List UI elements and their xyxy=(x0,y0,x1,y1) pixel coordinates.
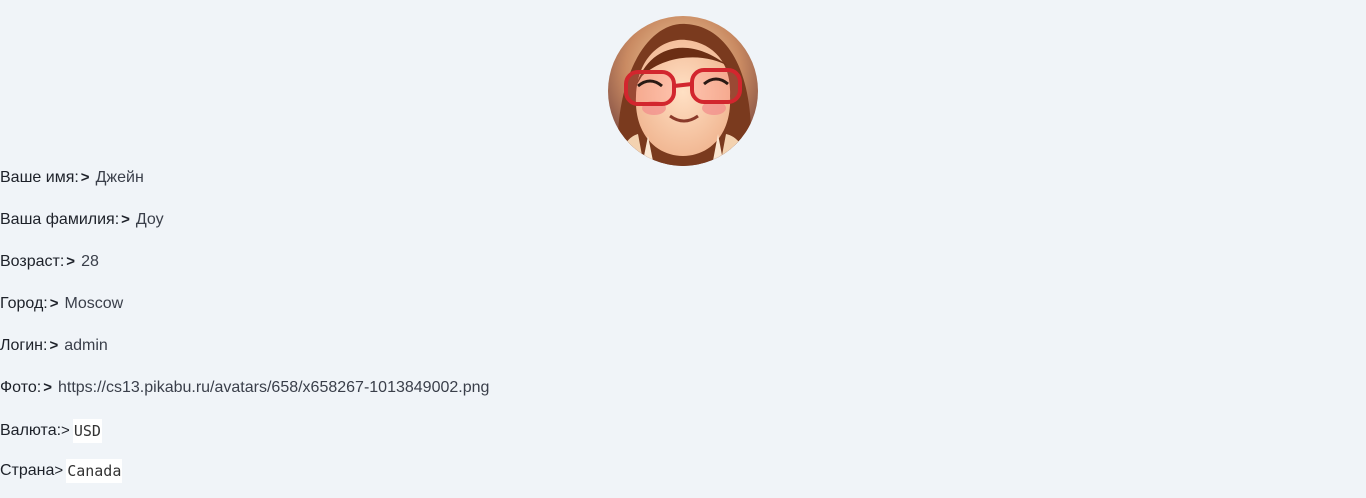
login-label: Логин: xyxy=(0,337,48,354)
age-row: Возраст: > 28 xyxy=(0,252,99,272)
separator: > xyxy=(66,253,76,270)
login-row: Логин: > admin xyxy=(0,336,108,356)
separator: > xyxy=(61,422,70,439)
avatar xyxy=(608,16,758,166)
age-value: 28 xyxy=(81,253,99,270)
login-value: admin xyxy=(64,337,108,354)
photo-row: Фото: > https://cs13.pikabu.ru/avatars/6… xyxy=(0,378,489,398)
country-row: Страна > Canada xyxy=(0,459,123,483)
photo-url-value: https://cs13.pikabu.ru/avatars/658/x6582… xyxy=(57,379,490,396)
separator: > xyxy=(54,462,64,479)
city-value: Moscow xyxy=(64,295,124,312)
age-label: Возраст: xyxy=(0,253,65,270)
first-name-label: Ваше имя: xyxy=(0,169,79,186)
currency-value: USD xyxy=(72,419,102,443)
last-name-row: Ваша фамилия: > Доу xyxy=(0,210,164,230)
currency-row: Валюта: > USD xyxy=(0,419,102,443)
country-label: Страна xyxy=(0,462,55,479)
city-row: Город: > Moscow xyxy=(0,294,123,314)
last-name-label: Ваша фамилия: xyxy=(0,211,120,228)
currency-label: Валюта: xyxy=(0,422,62,439)
separator: > xyxy=(49,295,59,312)
separator: > xyxy=(49,337,59,354)
separator: > xyxy=(43,379,52,396)
photo-label: Фото: xyxy=(0,379,42,396)
separator: > xyxy=(80,169,90,186)
city-label: Город: xyxy=(0,295,48,312)
first-name-row: Ваше имя: > Джейн xyxy=(0,168,144,188)
first-name-value: Джейн xyxy=(95,169,144,186)
country-value: Canada xyxy=(66,459,123,483)
avatar-photo-icon xyxy=(608,16,758,166)
last-name-value: Доу xyxy=(135,211,164,228)
separator: > xyxy=(121,211,130,228)
